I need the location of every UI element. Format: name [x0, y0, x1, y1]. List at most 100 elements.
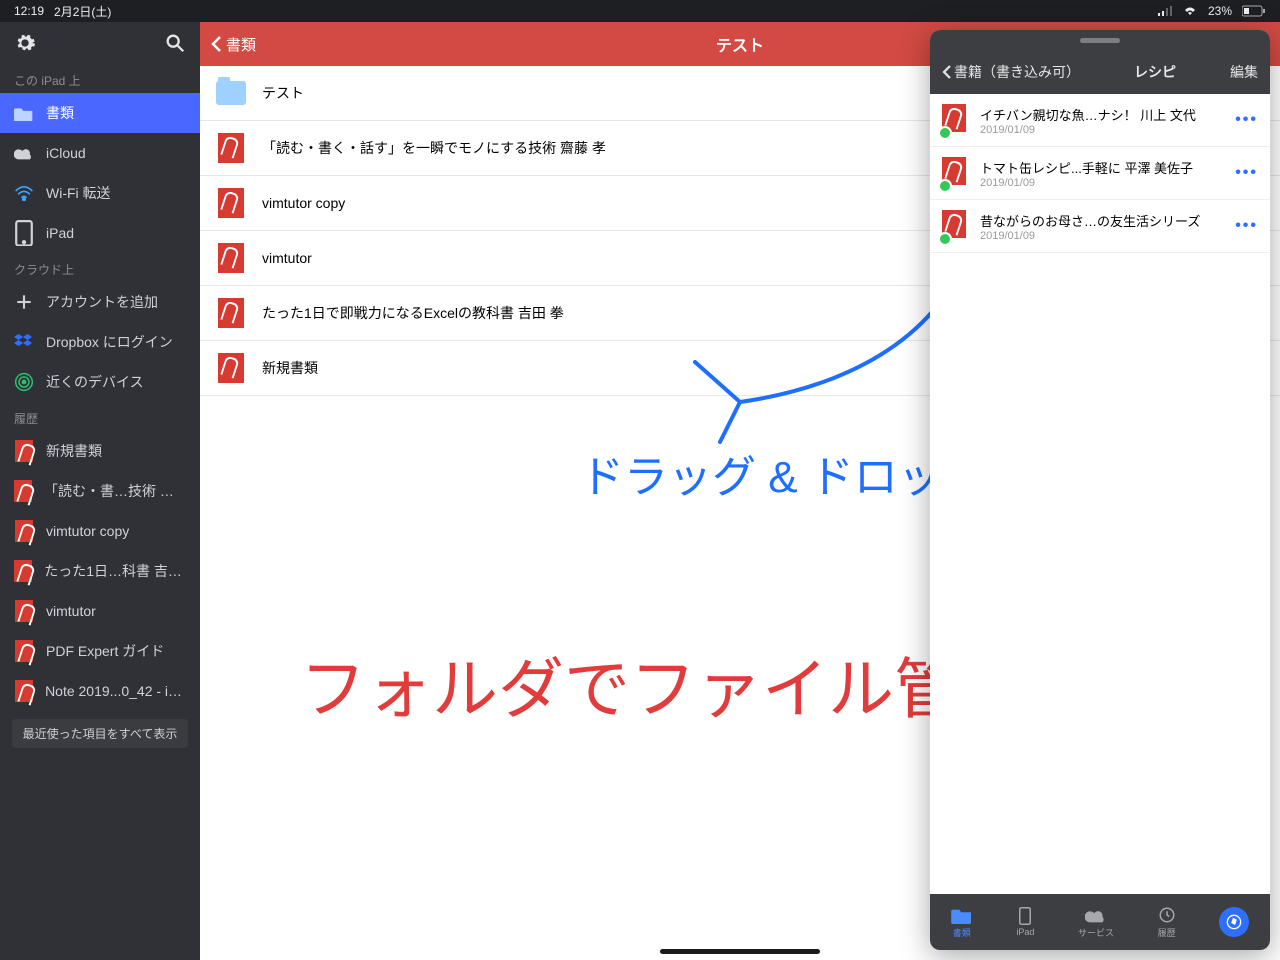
back-button[interactable]: 書類 — [210, 34, 256, 55]
file-name: トマト缶レシピ...手軽に 平澤 美佐子 — [980, 158, 1225, 177]
history-item[interactable]: 「読む・書…技術 齋藤 孝 — [0, 471, 200, 511]
slideover-back-label: 書籍（書き込み可） — [954, 62, 1080, 82]
slideover-back-button[interactable]: 書籍（書き込み可） — [942, 62, 1080, 82]
sidebar-item-label: アカウントを追加 — [46, 292, 158, 312]
file-date: 2019/01/09 — [980, 124, 1225, 136]
slideover-list: イチバン親切な魚…ナシ！ 川上 文代2019/01/09•••トマト缶レシピ..… — [930, 94, 1270, 894]
page-title: テスト — [716, 32, 764, 56]
file-name: vimtutor — [262, 250, 312, 266]
folder-icon — [216, 78, 246, 108]
status-bar: 12:19 2月2日(土) 23% — [0, 0, 1280, 22]
history-item-label: vimtutor copy — [46, 523, 129, 539]
folder-icon — [14, 103, 34, 123]
pdf-icon — [14, 641, 34, 661]
status-time: 12:19 — [14, 4, 44, 18]
sidebar-item-documents[interactable]: 書類 — [0, 93, 200, 133]
slideover-tabbar: 書類 iPad サービス 履歴 — [930, 894, 1270, 950]
pdf-icon — [14, 681, 33, 701]
sidebar-item-nearby[interactable]: 近くのデバイス — [0, 362, 200, 402]
sidebar-item-dropbox[interactable]: Dropbox にログイン — [0, 322, 200, 362]
battery-percent: 23% — [1208, 4, 1232, 18]
slideover-header: 書籍（書き込み可） レシピ 編集 — [930, 50, 1270, 94]
show-all-recent-button[interactable]: 最近使った項目をすべて表示 — [12, 719, 188, 748]
sidebar-item-icloud[interactable]: iCloud — [0, 133, 200, 173]
tab-documents[interactable]: 書類 — [951, 906, 973, 939]
wifi-icon — [1182, 6, 1198, 16]
battery-icon — [1242, 5, 1266, 17]
slideover-file-row[interactable]: 昔ながらのお母さ…の友生活シリーズ2019/01/09 ••• — [930, 200, 1270, 253]
tab-services[interactable]: サービス — [1078, 906, 1114, 939]
pdf-icon — [942, 104, 970, 136]
history-item[interactable]: 新規書類 — [0, 431, 200, 471]
check-badge-icon — [938, 232, 952, 246]
file-name: vimtutor copy — [262, 195, 345, 211]
slideover-panel: 書籍（書き込み可） レシピ 編集 イチバン親切な魚…ナシ！ 川上 文代2019/… — [930, 30, 1270, 950]
pdf-icon — [216, 353, 246, 383]
tab-label: 書類 — [953, 926, 971, 939]
home-indicator[interactable] — [660, 949, 820, 954]
dropbox-icon — [14, 332, 34, 352]
file-date: 2019/01/09 — [980, 177, 1225, 189]
history-item-label: たった1日…科書 吉田 拳 — [44, 561, 186, 581]
history-item[interactable]: vimtutor copy — [0, 511, 200, 551]
pdf-icon — [942, 210, 970, 242]
check-badge-icon — [938, 179, 952, 193]
pdf-icon — [14, 521, 34, 541]
pdf-icon — [942, 157, 970, 189]
search-icon[interactable] — [164, 32, 186, 54]
plus-icon — [14, 292, 34, 312]
pdf-icon — [216, 133, 246, 163]
sidebar-item-label: Wi-Fi 転送 — [46, 183, 111, 203]
history-item-label: 「読む・書…技術 齋藤 孝 — [44, 481, 186, 501]
sidebar-item-label: iPad — [46, 225, 74, 241]
history-item-label: PDF Expert ガイド — [46, 641, 164, 661]
file-date: 2019/01/09 — [980, 230, 1225, 242]
sidebar: この iPad 上 書類 iCloud Wi-Fi 転送 iPad クラウド上 … — [0, 22, 200, 960]
slideover-edit-button[interactable]: 編集 — [1230, 62, 1258, 82]
tab-history[interactable]: 履歴 — [1156, 906, 1178, 939]
tab-ipad[interactable]: iPad — [1014, 907, 1036, 937]
history-item-label: Note 2019...0_42 - iPad — [45, 683, 186, 699]
file-name: 「読む・書く・話す」を一瞬でモノにする技術 齋藤 孝 — [262, 138, 606, 158]
tab-label: iPad — [1016, 927, 1034, 937]
history-item[interactable]: Note 2019...0_42 - iPad — [0, 671, 200, 711]
more-button[interactable]: ••• — [1235, 164, 1258, 182]
history-item[interactable]: vimtutor — [0, 591, 200, 631]
pdf-icon — [216, 243, 246, 273]
radar-icon — [14, 372, 34, 392]
pdf-icon — [14, 601, 34, 621]
sidebar-item-add-account[interactable]: アカウントを追加 — [0, 282, 200, 322]
history-item-label: vimtutor — [46, 603, 96, 619]
history-item-label: 新規書類 — [46, 441, 102, 461]
sidebar-item-label: Dropbox にログイン — [46, 332, 173, 352]
slideover-title: レシピ — [1134, 62, 1176, 82]
slideover-grabber[interactable] — [930, 30, 1270, 50]
check-badge-icon — [938, 126, 952, 140]
pdf-icon — [14, 441, 34, 461]
more-button[interactable]: ••• — [1235, 111, 1258, 129]
pdf-icon — [216, 188, 246, 218]
slideover-file-row[interactable]: トマト缶レシピ...手軽に 平澤 美佐子2019/01/09 ••• — [930, 147, 1270, 200]
sidebar-item-label: 近くのデバイス — [46, 372, 144, 392]
pdf-icon — [216, 298, 246, 328]
more-button[interactable]: ••• — [1235, 217, 1258, 235]
sidebar-item-label: iCloud — [46, 145, 86, 161]
ipad-icon — [14, 223, 34, 243]
sidebar-item-ipad[interactable]: iPad — [0, 213, 200, 253]
wifi-icon — [14, 183, 34, 203]
history-item[interactable]: PDF Expert ガイド — [0, 631, 200, 671]
gear-icon[interactable] — [14, 32, 36, 54]
pdf-icon — [14, 481, 32, 501]
discover-button[interactable] — [1219, 907, 1249, 937]
slideover-file-row[interactable]: イチバン親切な魚…ナシ！ 川上 文代2019/01/09 ••• — [930, 94, 1270, 147]
file-name: たった1日で即戦力になるExcelの教科書 吉田 拳 — [262, 303, 564, 323]
signal-icon — [1158, 6, 1172, 16]
file-name: 新規書類 — [262, 358, 318, 378]
file-name: 昔ながらのお母さ…の友生活シリーズ — [980, 211, 1225, 230]
file-name: イチバン親切な魚…ナシ！ 川上 文代 — [980, 105, 1225, 124]
sidebar-item-wifi[interactable]: Wi-Fi 転送 — [0, 173, 200, 213]
section-label-ipad: この iPad 上 — [0, 64, 200, 93]
section-label-history: 履歴 — [0, 402, 200, 431]
cloud-icon — [14, 143, 34, 163]
history-item[interactable]: たった1日…科書 吉田 拳 — [0, 551, 200, 591]
